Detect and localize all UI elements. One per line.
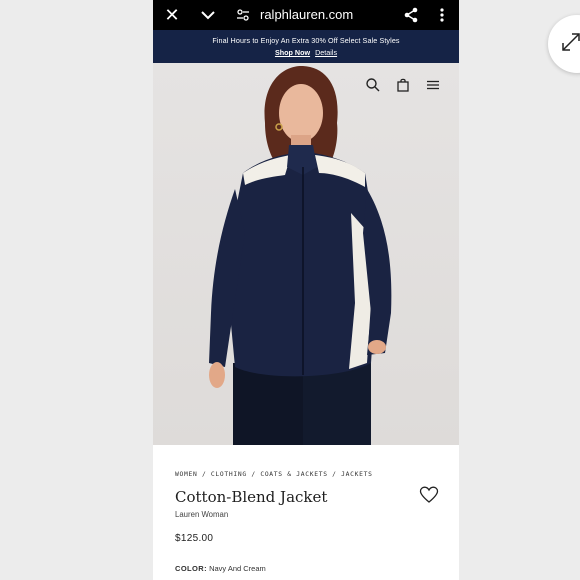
search-icon[interactable] bbox=[365, 77, 381, 93]
phone-screen: ✕ ralphlauren.com Final Hours to Enjoy A… bbox=[153, 0, 459, 580]
breadcrumb[interactable]: WOMEN / CLOTHING / COATS & JACKETS / JAC… bbox=[175, 471, 373, 478]
promo-banner: Final Hours to Enjoy An Extra 30% Off Se… bbox=[153, 30, 459, 63]
expand-button[interactable] bbox=[548, 15, 580, 73]
chevron-down-icon[interactable] bbox=[199, 0, 217, 30]
product-brand: Lauren Woman bbox=[175, 510, 229, 519]
color-label: COLOR: bbox=[175, 564, 207, 573]
heart-icon[interactable] bbox=[419, 486, 439, 504]
menu-icon[interactable] bbox=[425, 77, 441, 93]
bag-icon[interactable] bbox=[395, 77, 411, 93]
product-image[interactable] bbox=[153, 63, 459, 445]
color-value: Navy And Cream bbox=[209, 564, 266, 573]
browser-toolbar: ✕ ralphlauren.com bbox=[153, 0, 459, 30]
more-vert-icon[interactable] bbox=[436, 0, 448, 30]
promo-text: Final Hours to Enjoy An Extra 30% Off Se… bbox=[212, 36, 400, 45]
share-icon[interactable] bbox=[402, 0, 420, 30]
model-illustration bbox=[209, 65, 392, 445]
url-text[interactable]: ralphlauren.com bbox=[260, 0, 353, 30]
site-settings-icon[interactable] bbox=[235, 0, 251, 30]
shop-now-link[interactable]: Shop Now bbox=[275, 48, 310, 57]
close-icon[interactable]: ✕ bbox=[163, 0, 181, 30]
header-icons bbox=[365, 77, 441, 93]
details-link[interactable]: Details bbox=[315, 48, 337, 57]
color-selection: COLOR: Navy And Cream bbox=[175, 564, 266, 573]
product-price: $125.00 bbox=[175, 533, 214, 544]
product-title: Cotton-Blend Jacket bbox=[175, 488, 328, 506]
